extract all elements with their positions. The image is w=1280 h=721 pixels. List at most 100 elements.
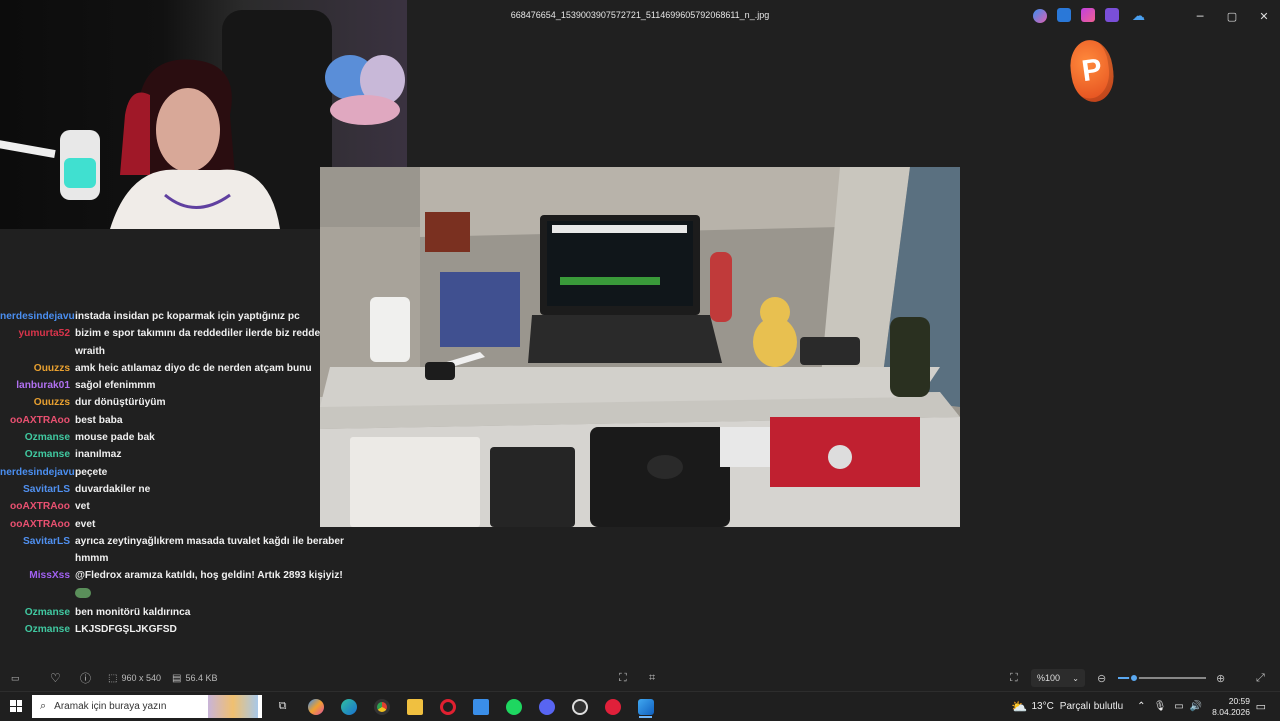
- start-button[interactable]: [10, 700, 22, 712]
- file-explorer-icon[interactable]: [398, 695, 431, 718]
- chat-text: sağol efenimmm: [75, 380, 156, 392]
- chat-message: lanburak01 sağol efenimmm: [0, 377, 360, 394]
- chat-text: inanılmaz: [75, 449, 122, 461]
- chat-message: ooAXTRAoo best baba: [0, 412, 360, 429]
- obs-icon[interactable]: [563, 695, 596, 718]
- chat-text: dur dönüştürüyüm: [75, 397, 166, 409]
- opera-icon[interactable]: [431, 695, 464, 718]
- image-viewer: 668476654_1539003907572721_5114699605792…: [0, 0, 1280, 664]
- chat-message: Ouuzzs dur dönüştürüyüm: [0, 394, 360, 411]
- window-controls: ─ ▢ ✕: [1184, 4, 1280, 28]
- file-size-label: 56.4 KB: [185, 673, 218, 683]
- chat-message: nerdesindejavu instada insidan pc koparma…: [0, 308, 360, 325]
- chat-text: best baba: [75, 414, 123, 426]
- olive-oil-bottle: [890, 317, 930, 397]
- clock-date: 8.04.2026: [1212, 706, 1250, 717]
- clipchamp-icon[interactable]: [1105, 8, 1119, 22]
- chevron-down-icon: ⌄: [1072, 673, 1079, 683]
- chat-text: bizim e spor takımını da reddediler iler…: [75, 328, 337, 357]
- chat-username: ooAXTRAoo: [10, 414, 70, 426]
- fullscreen-icon[interactable]: ⤢: [1256, 671, 1265, 685]
- scan-icon[interactable]: ⌗: [649, 671, 655, 685]
- spotify-icon[interactable]: [497, 695, 530, 718]
- chat-message: ooAXTRAoo evet: [0, 516, 360, 533]
- weather-temp[interactable]: 13°C: [1031, 701, 1053, 712]
- maximize-button[interactable]: ▢: [1216, 4, 1248, 28]
- copilot-icon[interactable]: [299, 695, 332, 718]
- chat-message: nerdesindejavu peçete: [0, 464, 360, 481]
- chat-message: Ouuzzs amk heic atılamaz diyo dc de nerde…: [0, 360, 360, 377]
- close-button[interactable]: ✕: [1248, 4, 1280, 28]
- chat-username: SavitarLS: [23, 535, 70, 547]
- task-view-icon[interactable]: ⧉: [266, 695, 299, 718]
- chat-message: SavitarLS duvardakiler ne: [0, 481, 360, 498]
- chat-message: Ozmanse ben monitörü kaldırınca: [0, 604, 360, 621]
- chat-message: Ozmanse LKJSDFGŞLJKGFSD: [0, 621, 360, 638]
- designer-icon[interactable]: [1081, 8, 1095, 22]
- file-size: ▤ 56.4 KB: [172, 671, 217, 685]
- filmstrip-icon[interactable]: ▭: [11, 671, 20, 685]
- discord-icon[interactable]: [530, 695, 563, 718]
- chat-message: ooAXTRAoo vet: [0, 498, 360, 515]
- chat-text: @Fledrox aramıza katıldı, hoş geldin! Ar…: [75, 567, 350, 604]
- microphone: [0, 130, 100, 200]
- chat-username: ooAXTRAoo: [10, 501, 70, 513]
- opera-gx-icon[interactable]: [596, 695, 629, 718]
- notification-icon[interactable]: ▭: [1256, 700, 1266, 713]
- chat-username: Ouuzzs: [33, 362, 70, 374]
- chat-message: yumurta52 bizim e spor takımını da redded…: [0, 325, 360, 360]
- search-icon: ⌕: [40, 700, 47, 712]
- taskbar-apps: ⧉: [266, 695, 662, 718]
- photos-icon[interactable]: [629, 695, 662, 718]
- chat-overlay: nerdesindejavu instada insidan pc koparma…: [0, 308, 360, 639]
- viewer-status-bar: ▭ ♡ ⓘ ⬚ 960 x 540 ▤ 56.4 KB ⛶ ⌗ ⛶ %100 ⌄…: [0, 664, 1280, 691]
- chat-text: instada insidan pc koparmak için yaptığı…: [75, 311, 300, 322]
- chat-username: Ozmanse: [24, 449, 70, 461]
- chat-username: Ouuzzs: [33, 397, 70, 409]
- poster: [440, 272, 520, 347]
- zoom-slider-thumb[interactable]: [1128, 673, 1139, 683]
- weather-icon[interactable]: ⛅: [1011, 699, 1027, 715]
- chat-username: Ozmanse: [24, 432, 70, 444]
- weather-desc[interactable]: Parçalı bulutlu: [1060, 701, 1123, 712]
- chat-text: mouse pade bak: [75, 432, 155, 444]
- plush-toy: [330, 95, 400, 125]
- zoom-out-icon[interactable]: ⊖: [1097, 671, 1106, 685]
- zoom-slider[interactable]: [1118, 673, 1206, 683]
- dimensions-icon: ⬚: [108, 672, 118, 684]
- chat-text-body: @Fledrox aramıza katıldı, hoş geldin! Ar…: [75, 570, 343, 582]
- clock[interactable]: 20:59 8.04.2026: [1212, 696, 1250, 718]
- chat-text: ayrıca zeytinyağlıkrem masada tuvalet ka…: [75, 535, 344, 565]
- chat-username: Ozmanse: [24, 607, 70, 619]
- info-icon[interactable]: ⓘ: [80, 671, 91, 685]
- fit-to-window-icon[interactable]: ⛶: [1010, 671, 1018, 685]
- chat-message: Ozmanse mouse pade bak: [0, 429, 360, 446]
- edge-icon[interactable]: [332, 695, 365, 718]
- toilet-paper: [370, 297, 410, 362]
- copilot-icon[interactable]: [1033, 9, 1047, 23]
- chrome-icon[interactable]: [365, 695, 398, 718]
- chevron-up-icon[interactable]: ⌃: [1137, 701, 1145, 712]
- zoom-select[interactable]: %100 ⌄: [1031, 669, 1085, 687]
- minimize-button[interactable]: ─: [1184, 4, 1216, 28]
- chat-username: nerdesindejavu: [0, 466, 75, 478]
- image-dimensions: ⬚ 960 x 540: [108, 671, 161, 685]
- taskbar-search[interactable]: ⌕ Aramak için buraya yazın: [32, 695, 262, 718]
- chat-username: lanburak01: [16, 380, 70, 392]
- emote-icon: [75, 587, 91, 598]
- favorite-icon[interactable]: ♡: [50, 671, 61, 685]
- mouse: [647, 455, 683, 479]
- volume-icon[interactable]: 🔊: [1190, 701, 1202, 712]
- notepad-icon[interactable]: [464, 695, 497, 718]
- viewed-image[interactable]: [320, 167, 960, 527]
- microphone-icon[interactable]: 🎙: [1154, 701, 1167, 712]
- crop-icon[interactable]: ⛶: [619, 671, 627, 685]
- network-icon[interactable]: ▭: [1174, 701, 1183, 712]
- zoom-in-icon[interactable]: ⊕: [1216, 671, 1225, 685]
- onedrive-icon[interactable]: ☁: [1129, 8, 1148, 24]
- edit-image-icon[interactable]: [1057, 8, 1071, 22]
- system-tray: ⛅ 13°C Parçalı bulutlu ⌃ 🎙 ▭ 🔊 20:59 8.0…: [1011, 692, 1280, 721]
- chat-text: peçete: [75, 466, 108, 478]
- chat-text: evet: [75, 518, 96, 530]
- chat-text: LKJSDFGŞLJKGFSD: [75, 624, 177, 636]
